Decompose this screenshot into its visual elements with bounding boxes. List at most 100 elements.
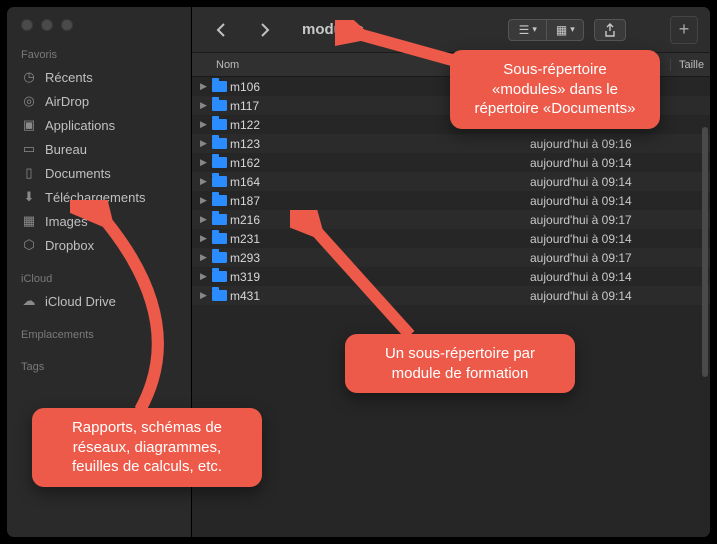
section-emplacements: Emplacements — [7, 323, 191, 345]
folder-icon — [210, 214, 228, 225]
window-controls — [7, 15, 191, 43]
folder-icon — [210, 100, 228, 111]
col-size[interactable]: Taille — [670, 59, 710, 71]
toolbar: modules ☰▾ ▦▾ + — [192, 7, 710, 53]
table-row[interactable]: ▶ m431aujourd'hui à 09:14 — [192, 286, 710, 305]
folder-icon — [210, 290, 228, 301]
chevron-right-icon[interactable]: ▶ — [200, 100, 210, 111]
file-name: m123 — [228, 137, 530, 151]
folder-icon — [210, 252, 228, 263]
file-name: m319 — [228, 270, 530, 284]
view-list-button[interactable]: ☰▾ — [508, 19, 546, 41]
sidebar-item-icloud-drive[interactable]: ☁ iCloud Drive — [7, 289, 191, 313]
file-name: m431 — [228, 289, 530, 303]
share-button[interactable] — [594, 19, 626, 41]
chevron-right-icon[interactable]: ▶ — [200, 119, 210, 130]
app-icon: ▣ — [21, 117, 37, 133]
file-name: m216 — [228, 213, 530, 227]
file-list: ▶m106▶m117▶m122▶m123aujourd'hui à 09:16▶… — [192, 77, 710, 537]
folder-icon — [210, 81, 228, 92]
sidebar-item-label: Images — [45, 214, 88, 229]
sidebar-item-label: iCloud Drive — [45, 294, 116, 309]
sidebar-item-label: Récents — [45, 70, 93, 85]
folder-icon — [210, 157, 228, 168]
forward-button[interactable] — [248, 18, 282, 42]
callout-subdir: Un sous-répertoire par module de formati… — [345, 334, 575, 393]
callout-rapports: Rapports, schémas de réseaux, diagrammes… — [32, 408, 262, 487]
sidebar-item-téléchargements[interactable]: ⬇ Téléchargements — [7, 185, 191, 209]
chevron-right-icon[interactable]: ▶ — [200, 176, 210, 187]
path-title[interactable]: modules — [296, 21, 370, 38]
sidebar-item-images[interactable]: ▦ Images — [7, 209, 191, 233]
folder-icon — [210, 271, 228, 282]
zoom-icon[interactable] — [61, 19, 73, 31]
minimize-icon[interactable] — [41, 19, 53, 31]
file-date: aujourd'hui à 09:16 — [530, 137, 710, 151]
file-name: m164 — [228, 175, 530, 189]
file-date: aujourd'hui à 09:17 — [530, 251, 710, 265]
close-icon[interactable] — [21, 19, 33, 31]
folder-icon — [210, 233, 228, 244]
file-date: aujourd'hui à 09:14 — [530, 270, 710, 284]
sidebar-item-dropbox[interactable]: ⬡ Dropbox — [7, 233, 191, 257]
table-row[interactable]: ▶ m293aujourd'hui à 09:17 — [192, 248, 710, 267]
sidebar-item-label: Applications — [45, 118, 115, 133]
image-icon: ▦ — [21, 213, 37, 229]
section-favoris: Favoris — [7, 43, 191, 65]
table-row[interactable]: ▶ m123aujourd'hui à 09:16 — [192, 134, 710, 153]
cloud-icon: ☁ — [21, 293, 37, 309]
chevron-right-icon[interactable]: ▶ — [200, 233, 210, 244]
table-row[interactable]: ▶ m319aujourd'hui à 09:14 — [192, 267, 710, 286]
callout-modules: Sous-répertoire «modules» dans le répert… — [450, 50, 660, 129]
sidebar-item-label: Téléchargements — [45, 190, 145, 205]
chevron-right-icon[interactable]: ▶ — [200, 157, 210, 168]
file-date: aujourd'hui à 09:14 — [530, 194, 710, 208]
sidebar-item-label: AirDrop — [45, 94, 89, 109]
file-date: aujourd'hui à 09:14 — [530, 175, 710, 189]
chevron-right-icon[interactable]: ▶ — [200, 290, 210, 301]
sidebar-item-documents[interactable]: ▯ Documents — [7, 161, 191, 185]
table-row[interactable]: ▶ m162aujourd'hui à 09:14 — [192, 153, 710, 172]
sidebar-item-label: Dropbox — [45, 238, 94, 253]
sidebar-item-bureau[interactable]: ▭ Bureau — [7, 137, 191, 161]
file-name: m231 — [228, 232, 530, 246]
scrollbar[interactable] — [702, 127, 708, 377]
path-title-label: modules — [302, 21, 364, 38]
airdrop-icon: ◎ — [21, 93, 37, 109]
sidebar-item-récents[interactable]: ◷ Récents — [7, 65, 191, 89]
file-date: aujourd'hui à 09:14 — [530, 156, 710, 170]
dropbox-icon: ⬡ — [21, 237, 37, 253]
table-row[interactable]: ▶ m231aujourd'hui à 09:14 — [192, 229, 710, 248]
sidebar-item-airdrop[interactable]: ◎ AirDrop — [7, 89, 191, 113]
clock-icon: ◷ — [21, 69, 37, 85]
desktop-icon: ▭ — [21, 141, 37, 157]
file-date: aujourd'hui à 09:14 — [530, 232, 710, 246]
file-date: aujourd'hui à 09:14 — [530, 289, 710, 303]
sidebar-item-label: Bureau — [45, 142, 87, 157]
chevron-right-icon[interactable]: ▶ — [200, 195, 210, 206]
chevron-right-icon[interactable]: ▶ — [200, 138, 210, 149]
section-icloud: iCloud — [7, 267, 191, 289]
chevron-right-icon[interactable]: ▶ — [200, 214, 210, 225]
table-row[interactable]: ▶ m187aujourd'hui à 09:14 — [192, 191, 710, 210]
file-date: aujourd'hui à 09:17 — [530, 213, 710, 227]
table-row[interactable]: ▶ m164aujourd'hui à 09:14 — [192, 172, 710, 191]
chevron-right-icon[interactable]: ▶ — [200, 252, 210, 263]
chevron-right-icon[interactable]: ▶ — [200, 81, 210, 92]
chevron-right-icon[interactable]: ▶ — [200, 271, 210, 282]
doc-icon: ▯ — [21, 165, 37, 181]
folder-icon — [210, 138, 228, 149]
folder-icon — [210, 195, 228, 206]
back-button[interactable] — [204, 18, 238, 42]
view-groups-button[interactable]: ▦▾ — [546, 19, 584, 41]
sidebar-item-label: Documents — [45, 166, 111, 181]
section-tags: Tags — [7, 355, 191, 377]
folder-icon — [210, 119, 228, 130]
sidebar-item-applications[interactable]: ▣ Applications — [7, 113, 191, 137]
table-row[interactable]: ▶ m216aujourd'hui à 09:17 — [192, 210, 710, 229]
file-name: m162 — [228, 156, 530, 170]
add-tab-button[interactable]: + — [670, 16, 698, 44]
file-name: m187 — [228, 194, 530, 208]
file-name: m293 — [228, 251, 530, 265]
down-icon: ⬇ — [21, 189, 37, 205]
